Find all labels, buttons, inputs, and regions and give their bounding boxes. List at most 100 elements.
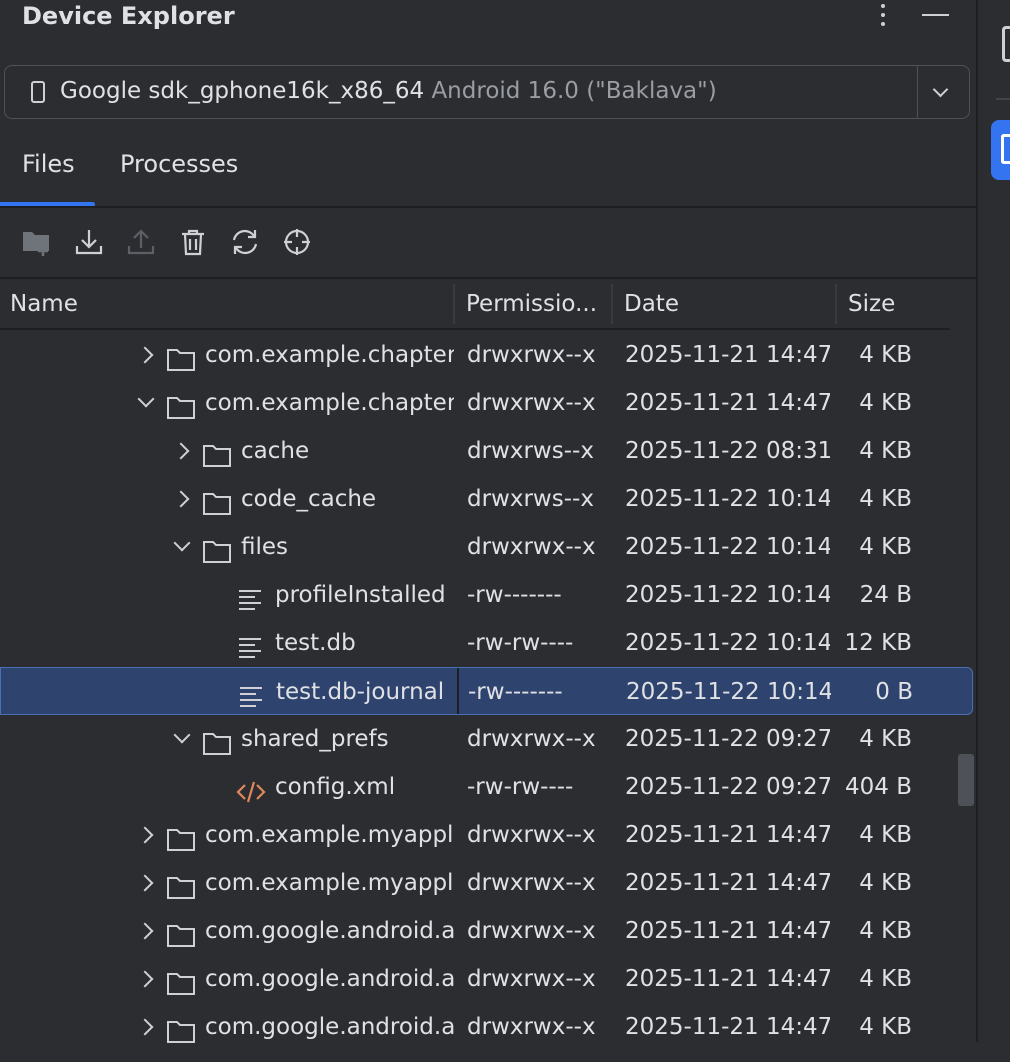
column-header-name[interactable]: Name — [10, 280, 450, 328]
chevron-right-icon[interactable] — [136, 331, 156, 379]
file-permissions: drwxrwx--x — [467, 342, 596, 368]
file-size: 4 KB — [859, 726, 912, 752]
file-name: config.xml — [275, 774, 396, 800]
download-icon[interactable] — [73, 226, 105, 258]
file-permissions: -rw-rw---- — [467, 774, 574, 800]
column-header-date[interactable]: Date — [624, 280, 824, 328]
table-row[interactable]: com.example.myappli(drwxrwx--x 2025-11-21… — [0, 859, 976, 907]
file-name: cache — [241, 438, 310, 464]
tool-window-icon[interactable] — [1002, 26, 1010, 62]
column-header-size[interactable]: Size — [848, 280, 948, 328]
xml-file-icon — [236, 774, 266, 803]
file-date: 2025-11-22 10:14 — [625, 582, 830, 608]
file-size: 24 B — [859, 582, 912, 608]
file-size: 4 KB — [859, 342, 912, 368]
delete-icon[interactable] — [177, 226, 209, 258]
chevron-right-icon[interactable] — [136, 955, 156, 1003]
tab-files[interactable]: Files — [22, 150, 75, 178]
chevron-down-icon[interactable] — [136, 379, 156, 427]
table-row[interactable]: test.db-journal -rw------- 2025-11-22 10:1… — [0, 667, 973, 715]
table-row[interactable]: code_cache drwxrws--x 2025-11-22 10:14 4 KB — [0, 475, 976, 523]
upload-icon[interactable] — [125, 226, 157, 258]
file-permissions: -rw------- — [468, 679, 563, 705]
table-row[interactable]: shared_prefs drwxrwx--x 2025-11-22 09:27 4 … — [0, 715, 976, 763]
table-row[interactable]: files drwxrwx--x 2025-11-22 10:14 4 KB — [0, 523, 976, 571]
device-explorer-panel: Device Explorer Google sdk_gphone16k_x86… — [0, 0, 976, 1043]
chevron-right-icon[interactable] — [136, 811, 156, 859]
new-folder-icon[interactable] — [21, 226, 53, 258]
chevron-right-icon[interactable] — [172, 475, 192, 523]
file-size: 4 KB — [859, 1014, 912, 1040]
sync-icon[interactable] — [229, 226, 261, 258]
cell-focus-divider — [457, 668, 459, 714]
file-date: 2025-11-22 10:14 — [625, 486, 830, 512]
chevron-down-icon[interactable] — [172, 715, 192, 763]
file-size: 4 KB — [859, 390, 912, 416]
column-separator[interactable] — [453, 284, 455, 324]
file-permissions: -rw-rw---- — [467, 630, 574, 656]
file-date: 2025-11-22 08:31 — [625, 438, 830, 464]
table-row[interactable]: com.google.android.a drwxrwx--x 2025-11-21… — [0, 955, 976, 1003]
file-date: 2025-11-21 14:47 — [625, 966, 830, 992]
folder-icon — [166, 966, 196, 995]
file-permissions: drwxrwx--x — [467, 390, 596, 416]
file-name: test.db — [275, 630, 356, 656]
device-version: Android 16.0 ("Baklava") — [431, 78, 717, 104]
table-row[interactable]: profileInstalled -rw------- 2025-11-22 10:… — [0, 571, 976, 619]
more-options-button[interactable] — [868, 0, 898, 32]
more-dot-icon — [881, 22, 885, 26]
table-row[interactable]: config.xml -rw-rw---- 2025-11-22 09:27 404 … — [0, 763, 976, 811]
file-permissions: drwxrwx--x — [467, 1014, 596, 1040]
chevron-right-icon[interactable] — [136, 859, 156, 907]
file-name: com.google.android.a — [205, 918, 454, 944]
file-date: 2025-11-22 10:14 — [625, 534, 830, 560]
file-size: 0 B — [875, 679, 913, 705]
tab-processes[interactable]: Processes — [120, 150, 238, 178]
file-permissions: drwxrwx--x — [467, 966, 596, 992]
file-name: com.google.android.a — [205, 1014, 454, 1040]
device-explorer-tool-button[interactable] — [991, 120, 1010, 180]
file-name: com.example.chapter( — [205, 342, 454, 368]
file-date: 2025-11-22 10:14 — [626, 679, 831, 705]
file-size: 12 KB — [844, 630, 912, 656]
table-row[interactable]: com.example.myappli(drwxrwx--x 2025-11-21… — [0, 811, 976, 859]
table-row[interactable]: cache drwxrws--x 2025-11-22 08:31 4 KB — [0, 427, 976, 475]
column-header-permissions[interactable]: Permissio... — [466, 280, 606, 328]
table-row[interactable]: test.db -rw-rw---- 2025-11-22 10:14 12 KB — [0, 619, 976, 667]
table-row[interactable]: com.google.android.a drwxrwx--x 2025-11-21… — [0, 907, 976, 955]
chevron-right-icon[interactable] — [136, 907, 156, 955]
file-date: 2025-11-21 14:47 — [625, 870, 830, 896]
folder-icon — [202, 726, 232, 755]
locate-icon[interactable] — [281, 226, 313, 258]
table-row[interactable]: com.google.android.a drwxrwx--x 2025-11-21… — [0, 1003, 976, 1051]
toolbar-divider — [0, 277, 976, 279]
chevron-down-icon[interactable] — [932, 81, 949, 98]
file-date: 2025-11-21 14:47 — [625, 390, 830, 416]
table-row[interactable]: com.example.chapter(drwxrwx--x 2025-11-21… — [0, 379, 976, 427]
file-date: 2025-11-22 10:14 — [625, 630, 830, 656]
table-row[interactable]: com.example.chapter(drwxrwx--x 2025-11-21… — [0, 331, 976, 379]
file-name: code_cache — [241, 486, 377, 512]
minimize-button[interactable] — [920, 0, 952, 32]
file-date: 2025-11-21 14:47 — [625, 822, 830, 848]
tabs-divider — [0, 206, 976, 208]
column-separator[interactable] — [611, 284, 613, 324]
file-size: 4 KB — [859, 822, 912, 848]
device-selector[interactable]: Google sdk_gphone16k_x86_64 Android 16.0… — [4, 65, 970, 119]
file-name: com.example.myappli( — [205, 870, 454, 896]
file-name: com.google.android.a — [205, 966, 454, 992]
vertical-scrollbar[interactable] — [958, 754, 974, 806]
chevron-right-icon[interactable] — [136, 1003, 156, 1051]
chevron-right-icon[interactable] — [172, 427, 192, 475]
file-date: 2025-11-22 09:27 — [625, 726, 830, 752]
file-permissions: drwxrwx--x — [467, 918, 596, 944]
minimize-icon — [922, 14, 949, 16]
header-divider — [0, 328, 950, 330]
chevron-down-icon[interactable] — [172, 523, 192, 571]
column-separator[interactable] — [835, 284, 837, 324]
file-size: 4 KB — [859, 438, 912, 464]
file-name: test.db-journal — [276, 679, 445, 705]
folder-icon — [166, 1014, 196, 1043]
file-size: 4 KB — [859, 486, 912, 512]
file-permissions: drwxrwx--x — [467, 534, 596, 560]
